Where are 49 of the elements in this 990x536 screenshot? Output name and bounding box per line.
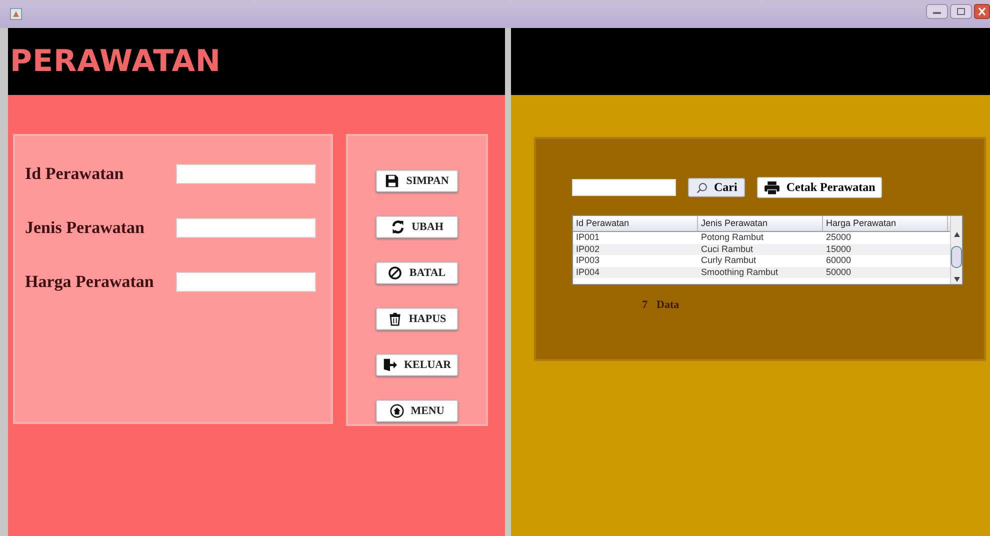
minimize-button[interactable] (926, 4, 948, 19)
table-cell-text: Cuci Rambut (700, 244, 754, 255)
exit-button[interactable]: KELUAR (376, 354, 458, 376)
printer-icon (764, 180, 780, 194)
floppy-icon (385, 174, 400, 188)
table-cell-text: 25000 (825, 232, 852, 244)
scrollbar[interactable] (950, 216, 962, 284)
cancel-button[interactable]: BATAL (376, 262, 458, 284)
table-cell-text: 50000 (825, 266, 852, 278)
input-field[interactable] (176, 218, 316, 238)
refresh-icon (390, 220, 405, 234)
table-cell-text: IP002 (575, 244, 601, 255)
close-button[interactable] (974, 4, 990, 19)
trash-icon (388, 312, 402, 326)
menu-button[interactable]: MENU (376, 400, 458, 422)
scroll-up-icon[interactable] (954, 232, 960, 237)
field-label: Jenis Perawatan (25, 218, 144, 238)
table-cell-text: Smoothing Rambut (700, 266, 780, 278)
home-icon (390, 404, 404, 418)
table-cell-text: 60000 (825, 255, 852, 266)
table-cell-text: Curly Rambut (700, 255, 758, 266)
scroll-down-icon[interactable] (954, 277, 960, 282)
input-field[interactable] (176, 164, 316, 184)
scroll-thumb[interactable] (951, 246, 962, 268)
cancel-icon (388, 266, 402, 280)
table-cell-text: IP001 (575, 232, 601, 244)
app-icon (10, 8, 22, 20)
refresh-button[interactable]: UBAH (376, 216, 458, 238)
delete-button[interactable]: HAPUS (376, 308, 458, 330)
maximize-button[interactable] (950, 4, 972, 19)
search-icon (696, 182, 708, 194)
field-label: Id Perawatan (25, 164, 124, 184)
search-button[interactable]: Cari (688, 178, 746, 197)
table-cell-text: IP003 (575, 255, 601, 266)
exit-icon (382, 358, 397, 372)
table-cell-text: Potong Rambut (700, 232, 765, 244)
page-title: PERAWATAN (9, 44, 222, 79)
print-button[interactable]: Cetak Perawatan (757, 177, 882, 198)
count-label: Data (656, 299, 680, 311)
search-field[interactable] (572, 179, 676, 196)
record-count: 7 (642, 299, 648, 311)
save-button[interactable]: SIMPAN (376, 170, 458, 192)
table-cell-text: 15000 (825, 244, 852, 255)
table-cell-text: IP004 (575, 266, 601, 278)
field-label: Harga Perawatan (25, 272, 154, 292)
column-header[interactable]: Jenis Perawatan (698, 216, 823, 231)
column-header[interactable]: Harga Perawatan (823, 216, 948, 231)
input-field[interactable] (176, 272, 316, 292)
column-header[interactable]: Id Perawatan (573, 216, 698, 231)
